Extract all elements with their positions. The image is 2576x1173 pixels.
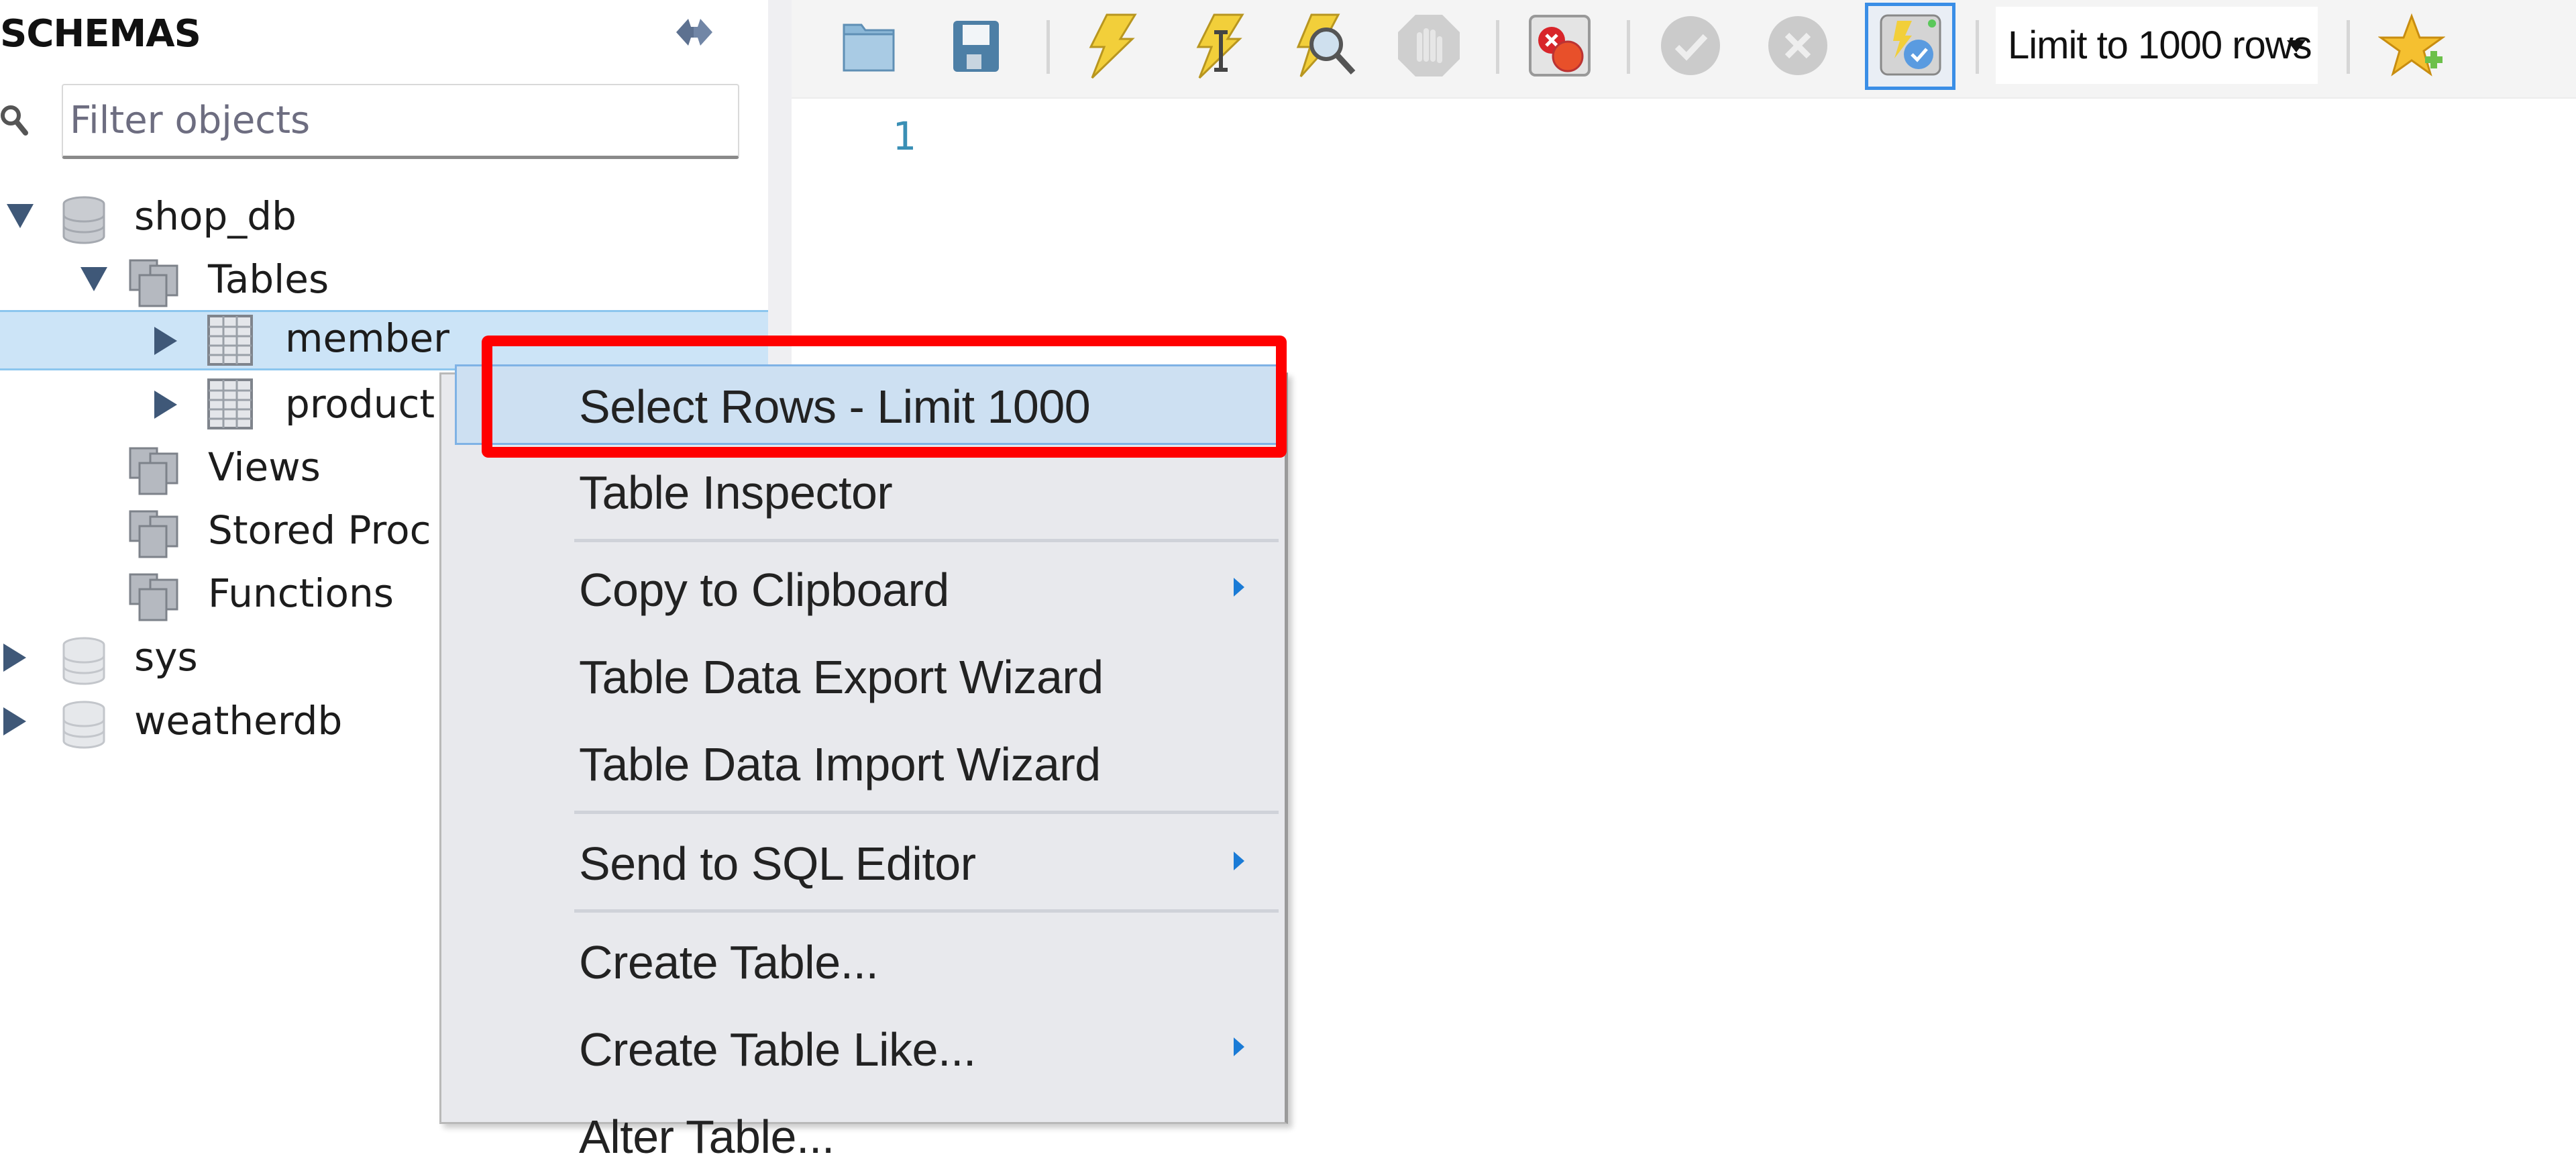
explain-button[interactable]: [1288, 7, 1362, 87]
tree-item-label: member: [285, 315, 450, 361]
tree-item-label: sys: [134, 634, 198, 680]
autocommit-icon: [1877, 11, 1944, 81]
menu-item-table-data-export-wizard[interactable]: Table Data Export Wizard: [441, 633, 1285, 713]
toggle-stop-on-error-button[interactable]: [1523, 7, 1597, 87]
execute-current-statement-button[interactable]: [1181, 7, 1254, 87]
tree-item-label: Views: [208, 444, 321, 490]
menu-item-alter-table[interactable]: Alter Table...: [441, 1092, 1285, 1173]
save-sql-file-button[interactable]: [939, 7, 1013, 87]
menu-item-select-rows[interactable]: Select Rows - Limit 1000: [455, 364, 1281, 445]
menu-item-send-to-sql-editor[interactable]: Send to SQL Editor: [441, 819, 1285, 900]
expand-arrow-icon[interactable]: [3, 644, 26, 672]
lightning-cursor-icon: [1187, 12, 1248, 82]
database-icon: [57, 193, 111, 247]
menu-item-table-inspector[interactable]: Table Inspector: [441, 448, 1285, 529]
menu-item-label: Create Table...: [579, 936, 879, 988]
x-circle-icon: [1764, 12, 1831, 82]
menu-item-create-table-like[interactable]: Create Table Like...: [441, 1005, 1285, 1086]
toolbar-separator: [1496, 20, 1499, 74]
menu-item-copy-to-clipboard[interactable]: Copy to Clipboard: [441, 546, 1285, 626]
line-number: 1: [892, 113, 916, 159]
limit-rows-select[interactable]: Limit to 1000 rows: [1996, 7, 2318, 84]
add-snippet-button[interactable]: [2375, 7, 2449, 87]
expand-arrow-icon[interactable]: [154, 327, 177, 355]
limit-rows-value: Limit to 1000 rows: [2008, 23, 2312, 67]
database-icon: [57, 698, 111, 752]
error-stop-icon: [1526, 12, 1593, 82]
submenu-arrow-icon: [1234, 852, 1244, 870]
expand-arrow-icon[interactable]: [3, 707, 26, 735]
context-menu: Select Rows - Limit 1000 Table Inspector…: [439, 364, 1288, 1163]
menu-item-label: Table Data Export Wizard: [579, 651, 1104, 703]
menu-item-label: Send to SQL Editor: [579, 837, 976, 890]
menu-item-label: Table Data Import Wizard: [579, 738, 1101, 790]
sql-editor-toolbar: Limit to 1000 rows: [792, 0, 2576, 99]
execute-button[interactable]: [1073, 7, 1147, 87]
toolbar-separator: [2347, 20, 2350, 74]
search-icon: [0, 101, 31, 141]
refresh-icon[interactable]: [671, 12, 718, 52]
tree-item-shop-db[interactable]: shop_db: [0, 187, 768, 247]
tree-item-member[interactable]: member: [0, 310, 768, 370]
submenu-arrow-icon: [1234, 578, 1244, 597]
menu-separator: [574, 539, 1279, 542]
check-circle-icon: [1657, 12, 1724, 82]
toolbar-separator: [1976, 20, 1979, 74]
toolbar-separator: [1627, 20, 1630, 74]
folder-group-icon: [127, 507, 181, 561]
tree-item-label: product: [285, 381, 435, 427]
submenu-arrow-icon: [1234, 1037, 1244, 1056]
star-icon: [2377, 12, 2446, 82]
open-sql-file-button[interactable]: [832, 7, 906, 87]
folder-group-icon: [127, 256, 181, 310]
menu-separator: [574, 909, 1279, 913]
menu-item-label: Table Inspector: [579, 466, 893, 519]
stop-button[interactable]: [1392, 7, 1466, 87]
lightning-icon: [1080, 12, 1140, 82]
rollback-button[interactable]: [1761, 7, 1835, 87]
tree-item-label: shop_db: [134, 193, 297, 239]
menu-item-label: Copy to Clipboard: [579, 564, 949, 616]
tree-item-label: Stored Proc: [208, 507, 431, 553]
tree-item-label: Functions: [208, 570, 394, 616]
folder-icon: [839, 15, 899, 79]
menu-item-table-data-import-wizard[interactable]: Table Data Import Wizard: [441, 720, 1285, 801]
filter-objects-input[interactable]: [62, 84, 739, 159]
floppy-disk-icon: [949, 15, 1003, 79]
collapse-arrow-icon[interactable]: [7, 204, 34, 228]
menu-item-label: Alter Table...: [579, 1111, 835, 1163]
toggle-autocommit-button[interactable]: [1865, 3, 1955, 90]
database-icon: [57, 634, 111, 688]
folder-group-icon: [127, 570, 181, 624]
dropdown-arrow-icon[interactable]: [2287, 40, 2306, 52]
tree-item-label: weatherdb: [134, 698, 343, 744]
folder-group-icon: [127, 444, 181, 498]
lightning-magnifier-icon: [1291, 12, 1358, 82]
toolbar-separator: [1046, 20, 1050, 74]
sidebar-title: SCHEMAS: [0, 12, 201, 56]
stop-hand-icon: [1395, 12, 1462, 82]
table-icon: [205, 377, 258, 431]
tree-item-label: Tables: [208, 256, 329, 302]
expand-arrow-icon[interactable]: [154, 391, 177, 419]
menu-separator: [574, 811, 1279, 814]
tree-item-tables[interactable]: Tables: [0, 250, 768, 310]
menu-item-label: Create Table Like...: [579, 1023, 976, 1076]
collapse-arrow-icon[interactable]: [80, 267, 107, 291]
commit-button[interactable]: [1654, 7, 1727, 87]
menu-item-label: Select Rows - Limit 1000: [579, 380, 1091, 433]
table-icon: [205, 313, 258, 367]
menu-item-create-table[interactable]: Create Table...: [441, 918, 1285, 999]
